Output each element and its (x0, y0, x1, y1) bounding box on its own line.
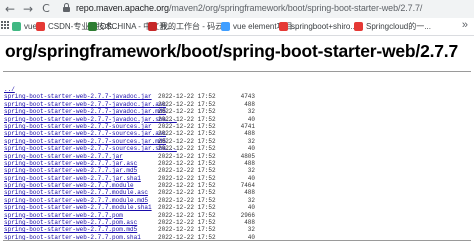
file-link[interactable]: spring-boot-starter-web-2.7.7.pom (4, 212, 123, 219)
url-field[interactable]: repo.maven.apache.org/maven2/org/springf… (76, 3, 422, 14)
file-date: 2022-12-22 17:52 (158, 152, 216, 160)
file-link[interactable]: spring-boot-starter-web-2.7.7-javadoc.ja… (4, 108, 166, 115)
file-date: 2022-12-22 17:52 (158, 167, 216, 175)
parent-directory-link[interactable]: ../ (4, 86, 15, 93)
bookmark-label: springboot+shiro... (291, 22, 358, 31)
bookmark-label: Springcloud的一... (366, 22, 431, 31)
bookmark-item[interactable]: 我的工作台 - 码云... (148, 20, 230, 33)
bookmarks-overflow-icon[interactable]: » (462, 19, 468, 31)
file-size: 488 (244, 100, 255, 108)
back-arrow-icon[interactable]: ← (4, 2, 16, 16)
forward-arrow-icon[interactable]: → (22, 2, 34, 16)
file-link[interactable]: spring-boot-starter-web-2.7.7.pom.md5 (4, 226, 137, 233)
file-date: 2022-12-22 17:52 (158, 145, 216, 153)
file-date: 2022-12-22 17:52 (158, 226, 216, 234)
bookmark-item[interactable]: springboot+shiro... (279, 20, 357, 33)
file-size: 4741 (240, 122, 255, 130)
file-link[interactable]: spring-boot-starter-web-2.7.7.module.asc (4, 189, 148, 196)
file-size: 4743 (240, 93, 255, 101)
file-link[interactable]: spring-boot-starter-web-2.7.7.jar.asc (4, 160, 137, 167)
file-date: 2022-12-22 17:52 (158, 100, 216, 108)
file-date: 2022-12-22 17:52 (158, 219, 216, 227)
file-size: 488 (244, 159, 255, 167)
file-link[interactable]: spring-boot-starter-web-2.7.7-javadoc.ja… (4, 116, 177, 123)
bookmark-favicon-icon (354, 22, 363, 31)
file-link[interactable]: spring-boot-starter-web-2.7.7.jar (4, 153, 123, 160)
file-date: 2022-12-22 17:52 (158, 93, 216, 101)
divider-top (3, 71, 471, 72)
file-link[interactable]: spring-boot-starter-web-2.7.7.module.md5 (4, 197, 148, 204)
file-size: 32 (247, 167, 255, 175)
file-date: 2022-12-22 17:52 (158, 115, 216, 123)
bookmark-label: 我的工作台 - 码云... (160, 22, 230, 31)
file-link[interactable]: spring-boot-starter-web-2.7.7-sources.ja… (4, 130, 166, 137)
bookmark-favicon-icon (12, 22, 21, 31)
bookmark-favicon-icon (88, 22, 97, 31)
file-link[interactable]: spring-boot-starter-web-2.7.7.module.sha… (4, 204, 152, 211)
file-date: 2022-12-22 17:52 (158, 189, 216, 197)
bookmark-favicon-icon (148, 22, 157, 31)
bookmark-item[interactable]: vue (12, 20, 37, 33)
file-link[interactable]: spring-boot-starter-web-2.7.7.module (4, 182, 134, 189)
file-size: 40 (247, 115, 255, 123)
file-date: 2022-12-22 17:52 (158, 204, 216, 212)
reload-icon[interactable]: C (40, 2, 52, 16)
file-date: 2022-12-22 17:52 (158, 196, 216, 204)
file-date: 2022-12-22 17:52 (158, 159, 216, 167)
file-date: 2022-12-22 17:52 (158, 130, 216, 138)
file-size: 488 (244, 219, 255, 227)
file-date: 2022-12-22 17:52 (158, 122, 216, 130)
lock-icon[interactable] (63, 3, 70, 12)
address-bar: ← → C repo.maven.apache.org/maven2/org/s… (0, 0, 474, 18)
page-title: org/springframework/boot/spring-boot-sta… (5, 41, 459, 61)
divider-bottom (3, 240, 471, 241)
bookmark-favicon-icon (279, 22, 288, 31)
file-size: 4805 (240, 152, 255, 160)
file-size: 32 (247, 108, 255, 116)
bookmark-item[interactable]: Springcloud的一... (354, 20, 431, 33)
bookmarks-bar: vue CSDN-专业IT技术... OSCHINA - 中文开... 我的工作台 -… (0, 18, 474, 36)
bookmark-label: vue (24, 22, 37, 31)
file-link[interactable]: spring-boot-starter-web-2.7.7.jar.sha1 (4, 175, 141, 182)
file-date: 2022-12-22 17:52 (158, 108, 216, 116)
apps-grid-icon[interactable] (1, 21, 10, 30)
url-host: repo.maven.apache.org (76, 3, 169, 13)
file-size: 2966 (240, 211, 255, 219)
file-size: 40 (247, 174, 255, 182)
file-size: 40 (247, 204, 255, 212)
file-date: 2022-12-22 17:52 (158, 174, 216, 182)
file-size: 32 (247, 137, 255, 145)
file-size: 32 (247, 196, 255, 204)
file-link[interactable]: spring-boot-starter-web-2.7.7.jar.md5 (4, 167, 137, 174)
file-size: 7464 (240, 182, 255, 190)
file-date: 2022-12-22 17:52 (158, 137, 216, 145)
bookmark-favicon-icon (36, 22, 45, 31)
file-link[interactable]: spring-boot-starter-web-2.7.7-sources.ja… (4, 138, 166, 145)
file-link[interactable]: spring-boot-starter-web-2.7.7.pom.asc (4, 219, 137, 226)
file-link[interactable]: spring-boot-starter-web-2.7.7-sources.ja… (4, 123, 152, 130)
file-link[interactable]: spring-boot-starter-web-2.7.7-javadoc.ja… (4, 93, 152, 100)
file-date: 2022-12-22 17:52 (158, 182, 216, 190)
url-path: /maven2/org/springframework/boot/spring-… (168, 3, 423, 13)
file-link[interactable]: spring-boot-starter-web-2.7.7-javadoc.ja… (4, 101, 166, 108)
bookmark-favicon-icon (221, 22, 230, 31)
file-size: 40 (247, 145, 255, 153)
file-date: 2022-12-22 17:52 (158, 211, 216, 219)
file-size: 32 (247, 226, 255, 234)
file-link[interactable]: spring-boot-starter-web-2.7.7-sources.ja… (4, 145, 177, 152)
file-size: 488 (244, 189, 255, 197)
file-size: 488 (244, 130, 255, 138)
